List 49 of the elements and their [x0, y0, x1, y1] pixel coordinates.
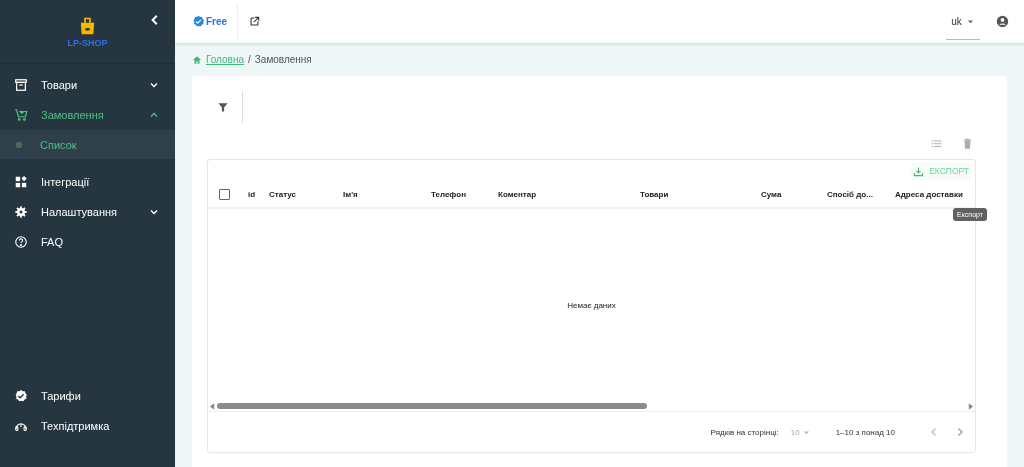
scroll-left-icon[interactable]: [210, 402, 215, 410]
column-header[interactable]: Спосіб до...: [827, 190, 895, 199]
column-header[interactable]: Коментар: [498, 190, 640, 199]
sidebar-item[interactable]: Тарифи: [0, 381, 175, 411]
previous-page-icon[interactable]: [929, 427, 939, 437]
cart-icon: [14, 108, 28, 122]
list-icon[interactable]: [930, 137, 943, 150]
scroll-right-icon[interactable]: [968, 402, 973, 410]
empty-message: Немає даних: [567, 300, 616, 310]
chevron-icon: [149, 80, 159, 90]
chevron-icon: [149, 110, 159, 120]
chevron-icon: [149, 207, 159, 217]
column-header[interactable]: Товари: [640, 190, 761, 199]
checkbox[interactable]: [219, 189, 230, 200]
plan-badge[interactable]: Free: [192, 15, 228, 28]
language-select[interactable]: uk: [946, 3, 980, 40]
breadcrumb-separator: /: [248, 54, 251, 65]
column-header[interactable]: Сума: [761, 190, 827, 199]
horizontal-scrollbar[interactable]: [208, 401, 975, 412]
home-icon[interactable]: [192, 54, 202, 65]
archive-icon: [14, 78, 28, 92]
filter-icon[interactable]: [217, 101, 229, 113]
logo-text: LP-SHOP: [67, 37, 108, 48]
sidebar-item[interactable]: Техпідтримка: [0, 411, 175, 441]
column-header[interactable]: Ім'я: [343, 190, 431, 199]
delete-icon[interactable]: [961, 137, 974, 150]
next-page-icon[interactable]: [955, 427, 965, 437]
widgets-icon: [14, 175, 28, 189]
verified-icon: [192, 15, 205, 28]
account-icon[interactable]: [996, 15, 1009, 28]
breadcrumb-current: Замовлення: [254, 54, 312, 65]
column-header[interactable]: Статус: [269, 190, 343, 199]
download-icon: [913, 165, 925, 177]
settings-icon: [14, 205, 28, 219]
sidebar-item[interactable]: Замовлення: [0, 100, 175, 130]
column-header[interactable]: id: [248, 190, 269, 199]
column-header[interactable]: Телефон: [431, 190, 498, 199]
sidebar-item[interactable]: Товари: [0, 70, 175, 100]
sidebar-item[interactable]: FAQ: [0, 227, 175, 257]
open-external-icon[interactable]: [249, 16, 261, 27]
column-header[interactable]: Адреса доставки: [895, 190, 975, 199]
verified-icon: [14, 389, 28, 403]
help-icon: [14, 235, 28, 249]
rows-per-page-label: Рядків на сторінці:: [710, 427, 779, 437]
sidebar-item[interactable]: Інтеграції: [0, 167, 175, 197]
sidebar-subitem[interactable]: Список: [0, 130, 175, 159]
page-range: 1–10 з понад 10: [835, 427, 895, 437]
sidebar-item[interactable]: Налаштування: [0, 197, 175, 227]
logo-icon: [79, 15, 96, 36]
